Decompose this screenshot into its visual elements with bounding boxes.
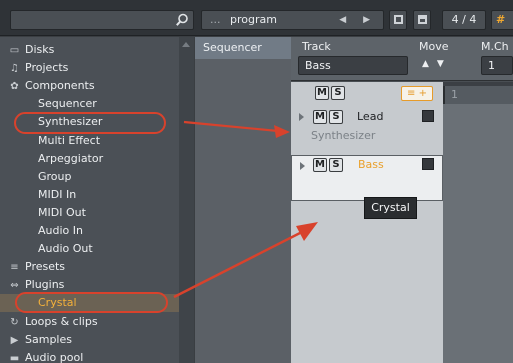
sidebar-item-multi-effect[interactable]: Multi Effect <box>0 132 179 150</box>
drag-tooltip: Crystal <box>364 197 417 219</box>
sidebar-item-label: Sequencer <box>38 97 97 110</box>
midi-channel-label: M.Ch <box>481 40 509 53</box>
sidebar-scrollbar[interactable] <box>179 37 194 363</box>
track-name-field[interactable]: Bass <box>298 56 408 75</box>
sidebar-item-components[interactable]: ✿ Components <box>0 77 179 95</box>
highlight-crystal <box>15 292 168 313</box>
program-nav-arrows[interactable]: ◀ ▶ <box>339 11 377 29</box>
track-row-bass[interactable]: M S Bass <box>291 155 443 201</box>
sidebar-item-projects[interactable]: ♫ Projects <box>0 59 179 77</box>
window-icon <box>394 15 403 24</box>
sidebar-item-label: Group <box>38 170 72 183</box>
sidebar-item-audio-in[interactable]: Audio In <box>0 222 179 240</box>
sidebar-item-label: Multi Effect <box>38 134 101 147</box>
window-split-icon <box>418 15 427 24</box>
record-arm-toggle[interactable] <box>422 110 434 122</box>
add-track-button[interactable]: ≡ + <box>401 86 433 101</box>
program-prefix: ... <box>210 13 221 26</box>
mute-all-button[interactable]: M <box>315 86 329 100</box>
track-name: Lead <box>357 110 384 123</box>
sidebar-item-sequencer[interactable]: Sequencer <box>0 95 179 113</box>
sequencer-column: Sequencer <box>195 37 291 363</box>
sidebar-item-label: Disks <box>25 43 55 56</box>
sidebar-item-disks[interactable]: ▭ Disks <box>0 41 179 59</box>
loop-icon: ↻ <box>10 317 19 328</box>
solo-button[interactable]: S <box>329 158 343 172</box>
move-label: Move <box>419 40 449 53</box>
sidebar-item-label: Components <box>25 79 95 92</box>
view-split-button[interactable] <box>413 10 431 30</box>
expand-icon[interactable] <box>299 113 304 121</box>
folder-icon: ▬ <box>9 353 20 363</box>
sidebar-item-audio-pool[interactable]: ▬ Audio pool <box>0 349 179 363</box>
sidebar-item-label: Audio Out <box>38 242 93 255</box>
sidebar-item-label: Samples <box>25 333 72 346</box>
sidebar-item-label: Audio pool <box>25 351 84 363</box>
gear-icon: ✿ <box>10 81 19 92</box>
track-list: M S ≡ + M S Lead Synthesizer M S Bass <box>291 82 443 363</box>
timeline-ruler[interactable]: 1 <box>443 86 513 104</box>
track-name: Bass <box>358 158 384 171</box>
track-device: Synthesizer <box>311 129 376 142</box>
view-single-button[interactable] <box>389 10 407 30</box>
program-label: program <box>230 13 277 26</box>
search-input[interactable] <box>10 10 194 30</box>
sidebar-item-label: Presets <box>25 260 66 273</box>
sidebar-item-samples[interactable]: ▶ Samples <box>0 331 179 349</box>
search-icon[interactable] <box>175 13 189 27</box>
sidebar-item-loops-clips[interactable]: ↻ Loops & clips <box>0 313 179 331</box>
top-toolbar: ... program ◀ ▶ 4 / 4 # <box>0 0 513 36</box>
sidebar-item-arpeggiator[interactable]: Arpeggiator <box>0 150 179 168</box>
app-window: ... program ◀ ▶ 4 / 4 # ▭ Disks ♫ Projec… <box>0 0 513 363</box>
sidebar-item-label: Audio In <box>38 224 83 237</box>
scroll-up-icon[interactable] <box>182 42 190 47</box>
record-arm-toggle[interactable] <box>422 158 434 170</box>
midi-channel-field[interactable]: 1 <box>481 56 513 75</box>
sidebar-item-label: Loops & clips <box>25 315 98 328</box>
sequencer-tab[interactable]: Sequencer <box>195 37 291 59</box>
sidebar-item-midi-out[interactable]: MIDI Out <box>0 204 179 222</box>
move-arrows[interactable]: ▲▼ <box>422 59 452 69</box>
expand-icon[interactable] <box>300 162 305 170</box>
sidebar-item-label: MIDI Out <box>38 206 86 219</box>
play-icon: ▶ <box>10 335 19 346</box>
sidebar-item-audio-out[interactable]: Audio Out <box>0 240 179 258</box>
mute-button[interactable]: M <box>313 110 327 124</box>
sidebar-item-label: Projects <box>25 61 69 74</box>
solo-button[interactable]: S <box>329 110 343 124</box>
disk-icon: ▭ <box>9 45 20 56</box>
sidebar-item-label: Arpeggiator <box>38 152 104 165</box>
solo-all-button[interactable]: S <box>331 86 345 100</box>
page-indicator[interactable]: 4 / 4 <box>442 10 486 30</box>
mute-button[interactable]: M <box>313 158 327 172</box>
track-header: Track Bass Move ▲▼ M.Ch 1 <box>291 37 513 81</box>
timeline-area[interactable] <box>443 104 513 363</box>
sidebar-item-midi-in[interactable]: MIDI In <box>0 186 179 204</box>
highlight-synthesizer <box>14 112 166 134</box>
program-selector[interactable]: ... program ◀ ▶ <box>201 10 384 30</box>
music-note-icon: ♫ <box>10 63 19 74</box>
sidebar-item-label: MIDI In <box>38 188 77 201</box>
track-label: Track <box>302 40 331 53</box>
sidebar-item-presets[interactable]: ≡ Presets <box>0 258 179 276</box>
sidebar-item-group[interactable]: Group <box>0 168 179 186</box>
browser-sidebar: ▭ Disks ♫ Projects ✿ Components Sequence… <box>0 37 194 363</box>
list-icon: ≡ <box>10 262 19 273</box>
track-row-lead[interactable]: M S Lead Synthesizer <box>291 107 443 153</box>
plug-icon: ⇔ <box>10 280 19 291</box>
grid-button[interactable]: # <box>491 10 513 30</box>
